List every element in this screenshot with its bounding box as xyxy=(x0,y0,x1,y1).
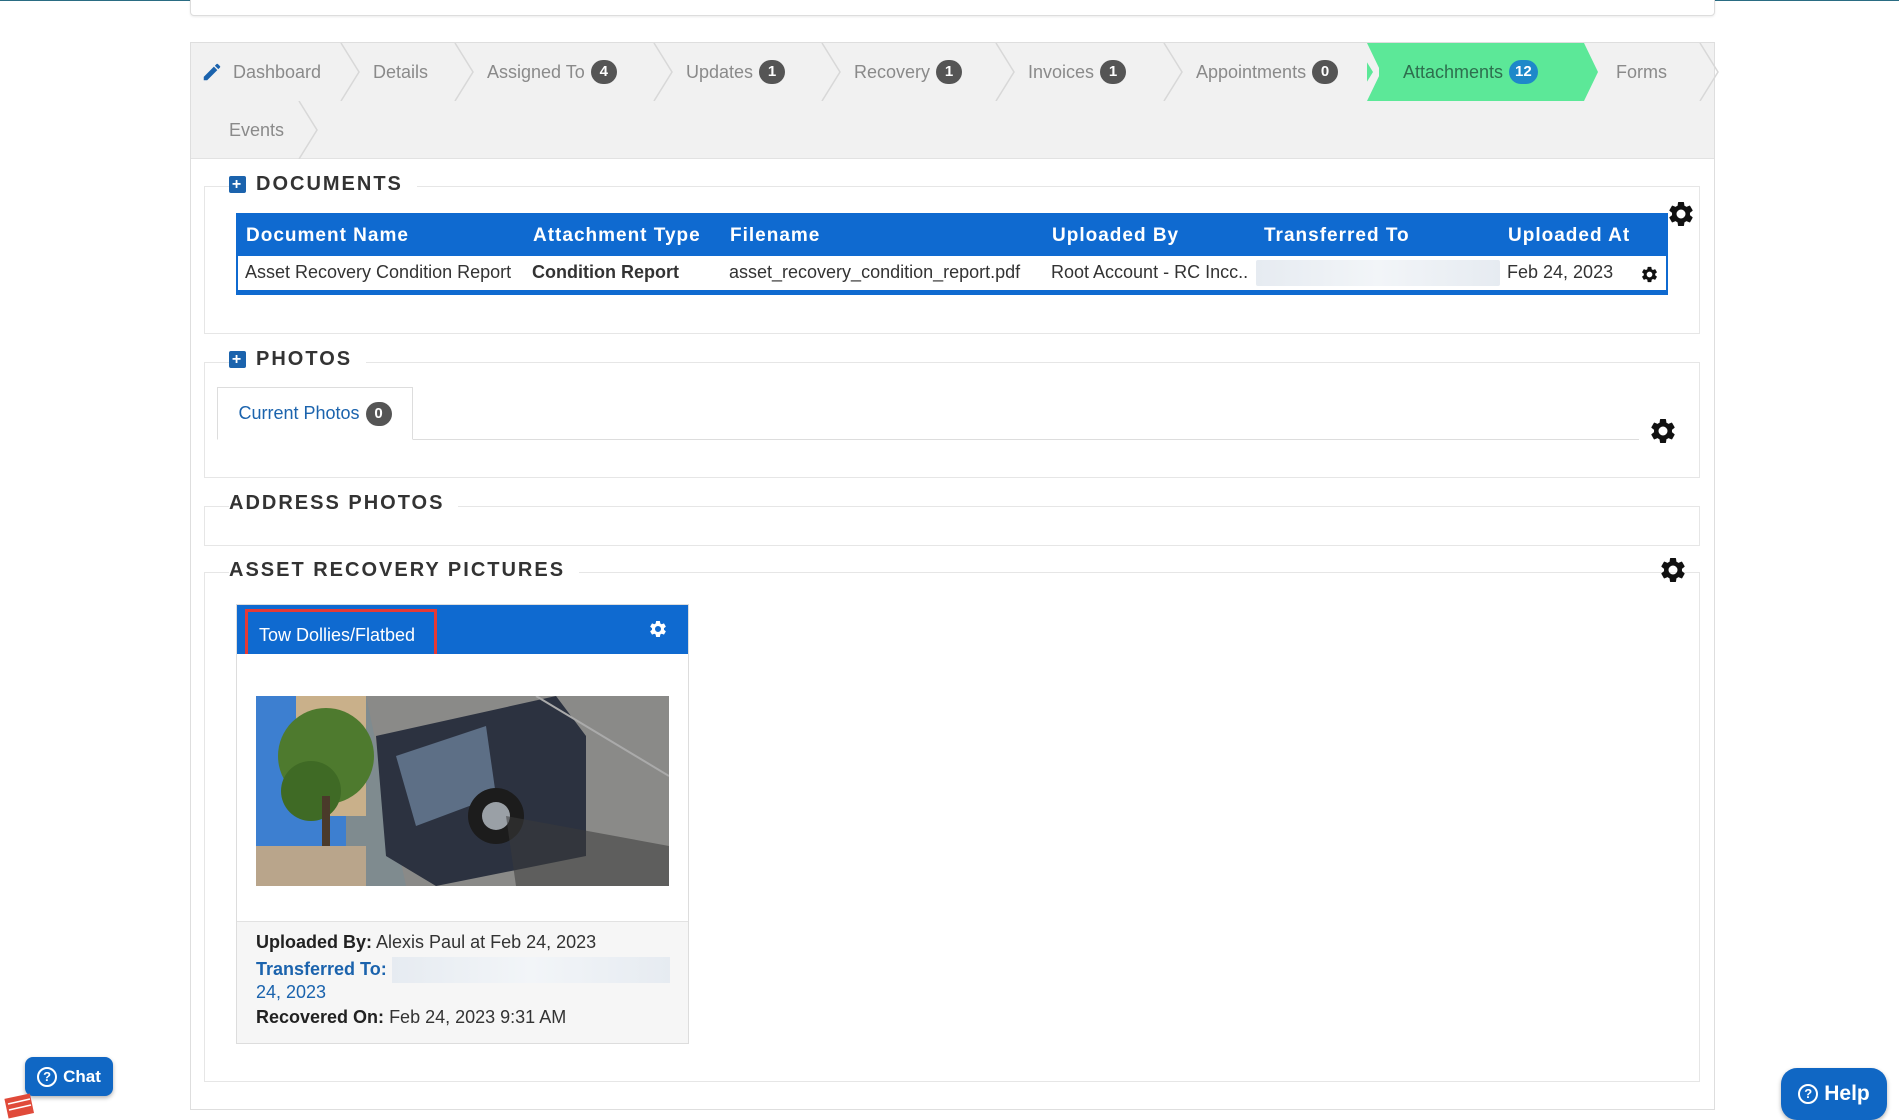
tab-label: Assigned To xyxy=(487,61,585,82)
meta-label: Uploaded By: xyxy=(256,932,373,952)
tab-label: Appointments xyxy=(1196,61,1307,82)
count-badge: 0 xyxy=(365,401,392,426)
tab-label: Forms xyxy=(1616,61,1667,82)
transferred-to-cell xyxy=(1256,256,1500,292)
uploaded-by-line: Uploaded By: Alexis Paul at Feb 24, 2023 xyxy=(256,932,596,953)
transferred-to-line[interactable]: Transferred To: xyxy=(256,957,670,983)
tab-separator xyxy=(995,43,1015,101)
filename-cell[interactable]: asset_recovery_condition_report.pdf xyxy=(722,256,1044,292)
section-title: ASSET RECOVERY PICTURES xyxy=(229,559,566,581)
question-icon: ? xyxy=(1798,1084,1819,1104)
documents-heading[interactable]: + DOCUMENTS xyxy=(229,173,417,196)
photos-heading[interactable]: + PHOTOS xyxy=(229,348,367,371)
tab-label: Invoices xyxy=(1028,61,1095,82)
photo-card: Tow Dollies/Flatbed Uploaded By: Alexis … xyxy=(236,604,689,1044)
tab-label: Events xyxy=(229,119,285,140)
tab-recovery[interactable]: Recovery 1 xyxy=(832,43,1015,101)
tab-label: Details xyxy=(373,61,429,82)
tab-events[interactable]: Events xyxy=(191,101,318,159)
photos-tab-line xyxy=(217,439,1639,440)
help-button[interactable]: ? Help xyxy=(1781,1068,1887,1120)
redacted-field xyxy=(1256,259,1500,286)
card-gear-icon[interactable] xyxy=(648,619,668,639)
meta-value: 24, 2023 xyxy=(256,982,327,1002)
tab-details[interactable]: Details xyxy=(351,43,474,101)
count-badge: 1 xyxy=(1100,60,1127,84)
gear-icon[interactable] xyxy=(1666,199,1696,229)
redacted-field xyxy=(391,957,670,983)
uploaded-at-cell: Feb 24, 2023 xyxy=(1500,256,1667,292)
table-row: Asset Recovery Condition Report Conditio… xyxy=(237,256,1667,292)
tab-bar: Dashboard Details Assigned To 4 Updates … xyxy=(191,43,1719,159)
table-header-row: Document Name Attachment Type Filename U… xyxy=(237,214,1667,256)
meta-value: Alexis Paul at Feb 24, 2023 xyxy=(376,932,597,952)
column-header[interactable]: Transferred To xyxy=(1256,214,1500,256)
tab-separator xyxy=(298,101,318,159)
tab-updates[interactable]: Updates 1 xyxy=(664,43,841,101)
meta-label: Transferred To: xyxy=(256,958,387,979)
row-gear-icon[interactable] xyxy=(1640,265,1659,284)
uploaded-at-value: Feb 24, 2023 xyxy=(1507,261,1614,282)
meta-label: Recovered On: xyxy=(256,1007,385,1027)
pencil-icon xyxy=(203,63,221,81)
gear-icon[interactable] xyxy=(1658,555,1688,585)
asset-recovery-heading: ASSET RECOVERY PICTURES xyxy=(229,559,580,582)
gear-icon[interactable] xyxy=(1648,416,1678,446)
tab-arrow xyxy=(1584,43,1598,101)
card-title: Tow Dollies/Flatbed xyxy=(259,624,416,645)
tab-separator xyxy=(1699,43,1719,101)
count-badge: 1 xyxy=(759,60,786,84)
expand-plus-icon[interactable]: + xyxy=(229,176,246,193)
tab-separator xyxy=(340,43,360,101)
count-badge: 12 xyxy=(1509,60,1538,84)
help-label: Help xyxy=(1824,1082,1870,1105)
section-title: PHOTOS xyxy=(256,348,353,370)
tab-appointments[interactable]: Appointments 0 xyxy=(1174,43,1367,101)
tab-current-photos[interactable]: Current Photos 0 xyxy=(217,387,413,440)
question-icon: ? xyxy=(37,1066,58,1087)
address-photos-heading: ADDRESS PHOTOS xyxy=(229,492,459,515)
column-header[interactable]: Uploaded At xyxy=(1500,214,1667,256)
tab-attachments[interactable]: Attachments 12 xyxy=(1355,43,1598,101)
tab-separator xyxy=(454,43,474,101)
tab-separator xyxy=(653,43,673,101)
column-header[interactable]: Document Name xyxy=(237,214,525,256)
tab-label: Current Photos xyxy=(238,403,360,423)
vehicle-photo[interactable] xyxy=(256,696,669,886)
attachment-type-cell: Condition Report xyxy=(525,256,722,292)
tab-notch xyxy=(1355,43,1379,101)
count-badge: 1 xyxy=(936,60,963,84)
uploaded-by-cell: Root Account - RC Incc.. xyxy=(1044,256,1256,292)
column-header[interactable]: Filename xyxy=(722,214,1044,256)
count-badge: 4 xyxy=(590,60,617,84)
tab-dashboard[interactable]: Dashboard xyxy=(191,43,360,101)
tab-separator xyxy=(1163,43,1183,101)
documents-table: Document Name Attachment Type Filename U… xyxy=(236,213,1668,295)
tab-label: Dashboard xyxy=(233,61,322,82)
tab-label: Updates xyxy=(686,61,754,82)
expand-plus-icon[interactable]: + xyxy=(229,351,246,368)
tab-assigned-to[interactable]: Assigned To 4 xyxy=(465,43,673,101)
tab-label: Attachments xyxy=(1403,61,1504,82)
recovered-on-line: Recovered On: Feb 24, 2023 9:31 AM xyxy=(256,1007,566,1028)
column-header[interactable]: Uploaded By xyxy=(1044,214,1256,256)
app-logo-icon[interactable] xyxy=(4,1090,34,1120)
count-badge: 0 xyxy=(1312,60,1339,84)
section-title: ADDRESS PHOTOS xyxy=(229,492,445,514)
document-name-cell: Asset Recovery Condition Report xyxy=(237,256,525,292)
column-header[interactable]: Attachment Type xyxy=(525,214,722,256)
chat-button[interactable]: ? Chat xyxy=(25,1057,113,1096)
transferred-to-continued[interactable]: 24, 2023 xyxy=(256,982,326,1003)
tab-label: Recovery xyxy=(854,61,931,82)
card-body xyxy=(237,654,688,922)
meta-value: Feb 24, 2023 9:31 AM xyxy=(389,1007,567,1027)
chat-label: Chat xyxy=(63,1066,101,1086)
section-title: DOCUMENTS xyxy=(256,173,403,195)
tab-forms[interactable]: Forms xyxy=(1584,43,1719,101)
header-card xyxy=(190,0,1715,16)
tab-separator xyxy=(821,43,841,101)
photos-panel xyxy=(204,362,1700,478)
tab-invoices[interactable]: Invoices 1 xyxy=(1006,43,1183,101)
